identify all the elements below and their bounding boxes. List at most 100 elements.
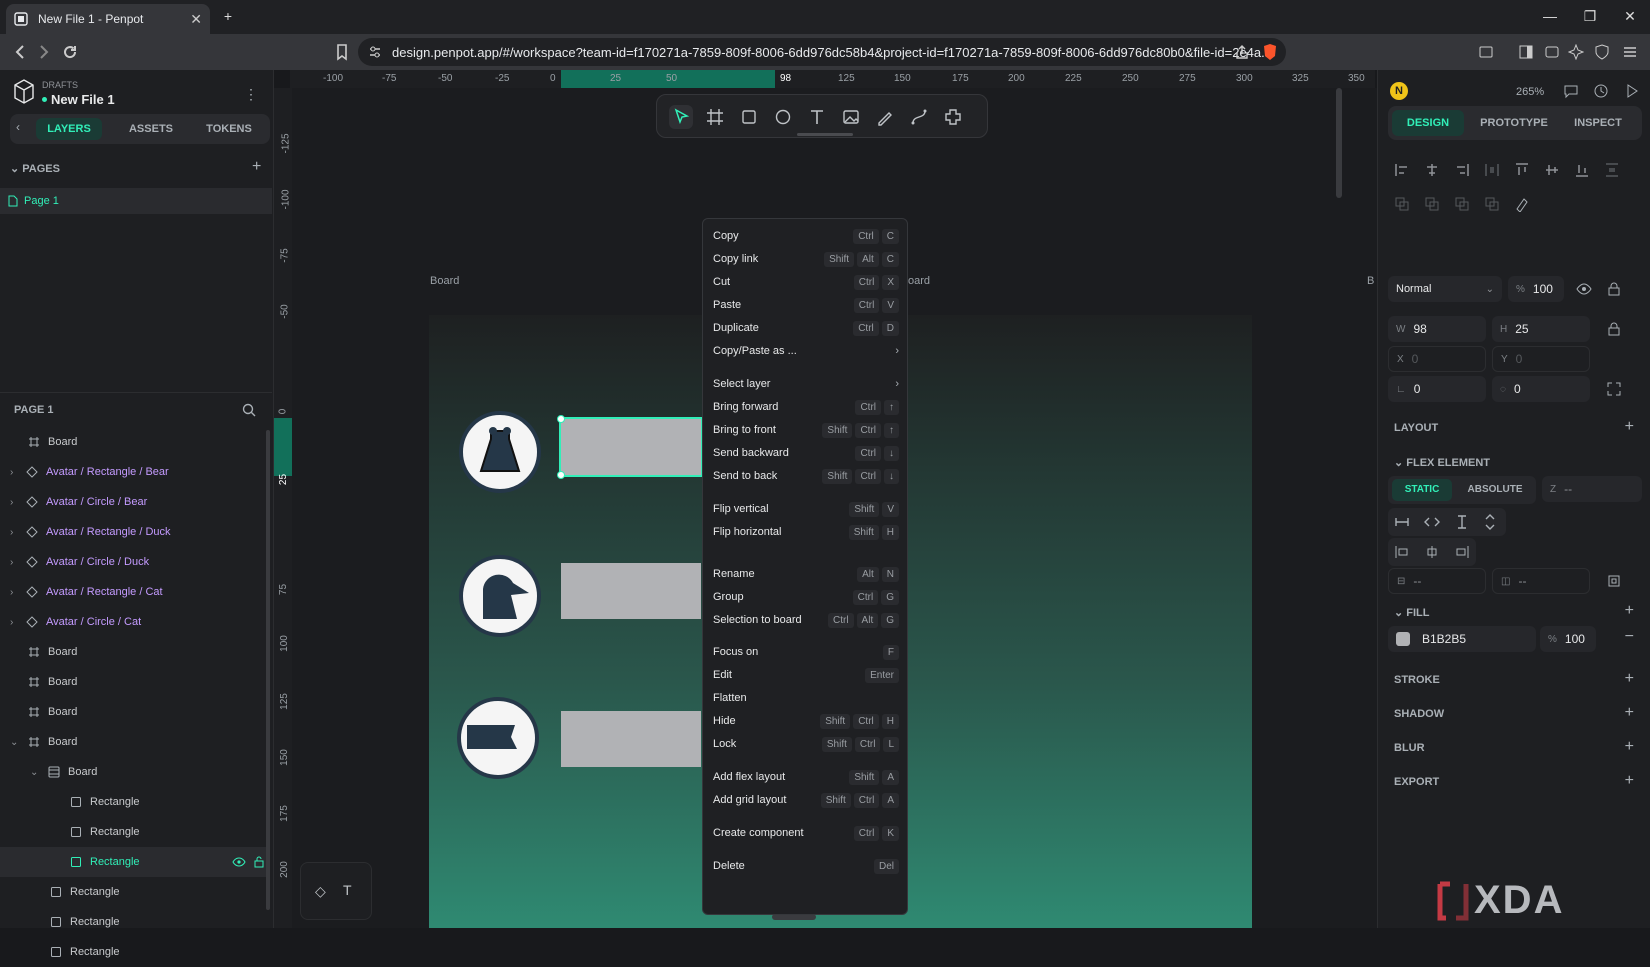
rectangle[interactable]	[561, 711, 701, 767]
context-menu-item[interactable]: Focus on F	[703, 641, 909, 663]
fix-width-icon[interactable]	[1394, 514, 1410, 530]
layer-item[interactable]: › Avatar / Circle / Duck	[0, 547, 270, 577]
board-label[interactable]: oard	[908, 275, 930, 287]
layer-opacity-field[interactable]: % 100	[1508, 276, 1564, 302]
context-menu-item[interactable]: Lock Shift Ctrl L	[703, 733, 909, 755]
rotation-field[interactable]: ∟ 0	[1388, 376, 1486, 402]
forward-icon[interactable]	[34, 42, 54, 62]
layer-item[interactable]: ⌄ Board	[0, 727, 270, 757]
context-menu-item[interactable]: Copy/Paste as ... ›	[703, 340, 909, 362]
context-menu-item[interactable]: Duplicate Ctrl D	[703, 317, 909, 339]
share-icon[interactable]	[1234, 44, 1250, 60]
context-menu-item[interactable]: Bring to front Shift Ctrl ↑	[703, 419, 909, 441]
collapse-chevron-icon[interactable]: ⌄	[30, 767, 48, 778]
lock-layer-icon[interactable]	[1606, 281, 1622, 297]
layer-item[interactable]: Board	[0, 427, 270, 457]
plugins-tool-icon[interactable]	[941, 105, 965, 129]
selection-handle[interactable]	[557, 471, 565, 479]
x-field[interactable]: X0	[1388, 346, 1486, 372]
context-menu-item[interactable]: Flip vertical Shift V	[703, 498, 909, 520]
context-menu-item[interactable]: Cut Ctrl X	[703, 271, 909, 293]
remove-fill-icon[interactable]: −	[1625, 628, 1634, 646]
color-palette-icon[interactable]: ◇	[315, 883, 326, 900]
add-layout-icon[interactable]: +	[1625, 418, 1634, 436]
context-menu-item[interactable]: Rename Alt N	[703, 563, 909, 585]
rectangle[interactable]	[561, 563, 701, 619]
layer-item[interactable]: Board	[0, 697, 270, 727]
lock-icon[interactable]	[254, 855, 264, 868]
layer-item[interactable]: Rectangle	[0, 787, 270, 817]
avatar-bear[interactable]	[459, 411, 541, 493]
expand-chevron-icon[interactable]: ›	[10, 497, 26, 508]
tab-design[interactable]: DESIGN	[1392, 110, 1464, 136]
fill-swatch[interactable]	[1396, 632, 1410, 646]
sidebar-icon[interactable]	[1518, 44, 1534, 60]
vpn-icon[interactable]	[1594, 44, 1610, 60]
boolean-union-icon[interactable]	[1394, 196, 1410, 212]
distribute-v-icon[interactable]	[1604, 162, 1620, 178]
collapse-sidebar-icon[interactable]: ‹	[16, 120, 20, 134]
tab-layers[interactable]: LAYERS	[36, 118, 102, 140]
browser-tab[interactable]: New File 1 - Penpot ✕	[6, 4, 210, 34]
layer-item[interactable]: Rectangle	[0, 817, 270, 847]
align-self-end-icon[interactable]	[1454, 544, 1470, 560]
eye-icon[interactable]	[232, 856, 246, 868]
add-stroke-icon[interactable]: +	[1625, 670, 1634, 688]
avatar-cat[interactable]	[457, 697, 539, 779]
context-menu-item[interactable]: Copy Ctrl C	[703, 225, 909, 247]
tab-tokens[interactable]: TOKENS	[196, 118, 262, 140]
align-self-start-icon[interactable]	[1394, 544, 1410, 560]
tab-assets[interactable]: ASSETS	[118, 118, 184, 140]
bookmark-icon[interactable]	[332, 42, 352, 62]
history-icon[interactable]	[1593, 83, 1609, 99]
align-left-icon[interactable]	[1394, 162, 1410, 178]
site-settings-icon[interactable]	[368, 45, 382, 59]
fill-color-field[interactable]: B1B2B5	[1388, 626, 1536, 652]
context-menu-item[interactable]: Create component Ctrl K	[703, 822, 909, 844]
align-v-center-icon[interactable]	[1544, 162, 1560, 178]
layer-item-selected[interactable]: Rectangle	[0, 847, 270, 877]
reload-icon[interactable]	[60, 42, 80, 62]
add-export-icon[interactable]: +	[1625, 772, 1634, 790]
avatar[interactable]: N	[1390, 82, 1408, 100]
expand-chevron-icon[interactable]: ›	[10, 587, 26, 598]
comments-icon[interactable]	[1563, 83, 1579, 99]
text-tool-icon[interactable]	[805, 105, 829, 129]
context-menu-item[interactable]: Delete Del	[703, 855, 909, 877]
layer-item[interactable]: › Avatar / Circle / Bear	[0, 487, 270, 517]
layer-item[interactable]: › Avatar / Circle / Cat	[0, 607, 270, 637]
width-field[interactable]: W 98	[1388, 316, 1486, 342]
align-top-icon[interactable]	[1514, 162, 1530, 178]
canvas-scrollbar-v[interactable]	[1336, 88, 1342, 198]
play-icon[interactable]	[1624, 83, 1640, 99]
height-field[interactable]: H 25	[1492, 316, 1590, 342]
position-absolute-button[interactable]: ABSOLUTE	[1458, 479, 1532, 501]
context-menu-item[interactable]: Flip horizontal Shift H	[703, 521, 909, 543]
margin-vertical-field[interactable]: ⊟ --	[1388, 568, 1486, 594]
board-label[interactable]: B	[1367, 275, 1374, 287]
add-blur-icon[interactable]: +	[1625, 738, 1634, 756]
image-tool-icon[interactable]	[839, 105, 863, 129]
selection-handle[interactable]	[557, 415, 565, 423]
context-menu-item[interactable]: Edit Enter	[703, 664, 909, 686]
blend-mode-select[interactable]: Normal ⌄	[1388, 276, 1502, 302]
wallet-icon[interactable]	[1544, 44, 1560, 60]
expand-chevron-icon[interactable]: ›	[10, 527, 26, 538]
independent-margins-icon[interactable]	[1606, 573, 1622, 589]
avatar-duck[interactable]	[459, 555, 541, 637]
collapse-chevron-icon[interactable]: ⌄	[10, 737, 28, 748]
minimize-icon[interactable]: —	[1540, 8, 1560, 26]
visibility-eye-icon[interactable]	[1576, 281, 1592, 297]
align-h-center-icon[interactable]	[1424, 162, 1440, 178]
board-tool-icon[interactable]	[703, 105, 727, 129]
context-menu-item[interactable]: Group Ctrl G	[703, 586, 909, 608]
page-item[interactable]: Page 1	[0, 188, 272, 214]
context-menu-item[interactable]: Select layer ›	[703, 373, 909, 395]
context-menu-item[interactable]: Bring forward Ctrl ↑	[703, 396, 909, 418]
context-menu-item[interactable]: Selection to board Ctrl Alt G	[703, 609, 909, 631]
back-icon[interactable]	[10, 42, 30, 62]
context-menu-item[interactable]: Add flex layout Shift A	[703, 766, 909, 788]
leo-ai-icon[interactable]	[1568, 44, 1584, 60]
address-bar[interactable]: design.penpot.app/#/workspace?team-id=f1…	[358, 38, 1286, 66]
align-self-center-icon[interactable]	[1424, 544, 1440, 560]
